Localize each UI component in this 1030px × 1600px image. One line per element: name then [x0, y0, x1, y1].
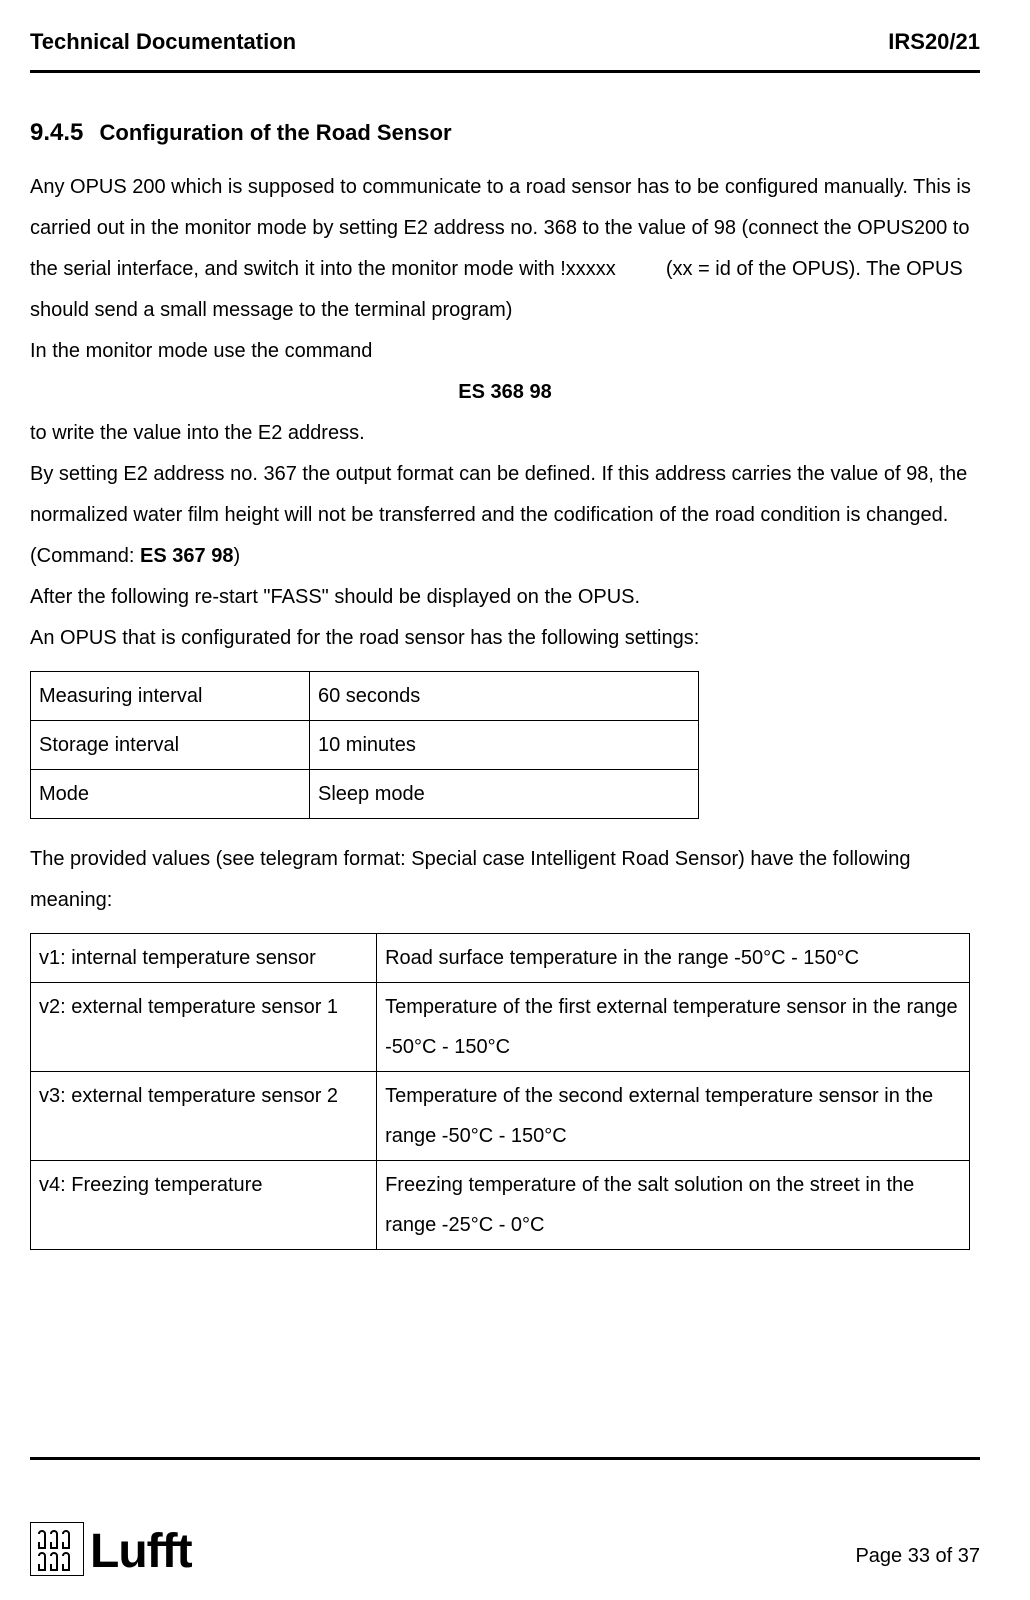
section-number: 9.4.5 — [30, 119, 83, 146]
footer-rule — [30, 1457, 980, 1460]
header-left: Technical Documentation — [30, 20, 296, 64]
settings-value: 60 seconds — [310, 672, 699, 721]
table-row: v2: external temperature sensor 1 Temper… — [31, 983, 970, 1072]
page-footer: Lufft Page 33 of 37 — [30, 1522, 980, 1576]
page-number: Page 33 of 37 — [855, 1536, 980, 1576]
paragraph-4: By setting E2 address no. 367 the output… — [30, 454, 980, 577]
settings-value: Sleep mode — [310, 770, 699, 819]
header-right: IRS20/21 — [888, 20, 980, 64]
values-label: v3: external temperature sensor 2 — [31, 1072, 377, 1161]
values-value: Temperature of the second external tempe… — [377, 1072, 970, 1161]
logo-text: Lufft — [90, 1528, 192, 1576]
table-row: v4: Freezing temperature Freezing temper… — [31, 1161, 970, 1250]
brand-logo: Lufft — [30, 1522, 192, 1576]
paragraph-3: to write the value into the E2 address. — [30, 413, 980, 454]
table-row: v3: external temperature sensor 2 Temper… — [31, 1072, 970, 1161]
paragraph-6: An OPUS that is configurated for the roa… — [30, 618, 980, 659]
values-label: v2: external temperature sensor 1 — [31, 983, 377, 1072]
values-value: Temperature of the first external temper… — [377, 983, 970, 1072]
settings-value: 10 minutes — [310, 721, 699, 770]
settings-label: Storage interval — [31, 721, 310, 770]
table-row: Mode Sleep mode — [31, 770, 699, 819]
table-row: Measuring interval 60 seconds — [31, 672, 699, 721]
values-value: Road surface temperature in the range -5… — [377, 934, 970, 983]
paragraph-7: The provided values (see telegram format… — [30, 839, 980, 921]
settings-label: Mode — [31, 770, 310, 819]
table-row: Storage interval 10 minutes — [31, 721, 699, 770]
values-value: Freezing temperature of the salt solutio… — [377, 1161, 970, 1250]
settings-table: Measuring interval 60 seconds Storage in… — [30, 671, 699, 819]
section-title-text: Configuration of the Road Sensor — [100, 120, 452, 145]
paragraph-2: In the monitor mode use the command — [30, 331, 980, 372]
section-heading: 9.4.5 Configuration of the Road Sensor — [30, 109, 980, 157]
values-label: v1: internal temperature sensor — [31, 934, 377, 983]
settings-label: Measuring interval — [31, 672, 310, 721]
para4-b: ) — [233, 545, 240, 567]
paragraph-5: After the following re-start "FASS" shou… — [30, 577, 980, 618]
values-table: v1: internal temperature sensor Road sur… — [30, 933, 970, 1250]
command-1: ES 368 98 — [30, 372, 980, 413]
command-2: ES 367 98 — [140, 545, 233, 567]
table-row: v1: internal temperature sensor Road sur… — [31, 934, 970, 983]
values-label: v4: Freezing temperature — [31, 1161, 377, 1250]
paragraph-1: Any OPUS 200 which is supposed to commun… — [30, 167, 980, 331]
page-header: Technical Documentation IRS20/21 — [30, 20, 980, 73]
logo-mark-icon — [30, 1522, 84, 1576]
